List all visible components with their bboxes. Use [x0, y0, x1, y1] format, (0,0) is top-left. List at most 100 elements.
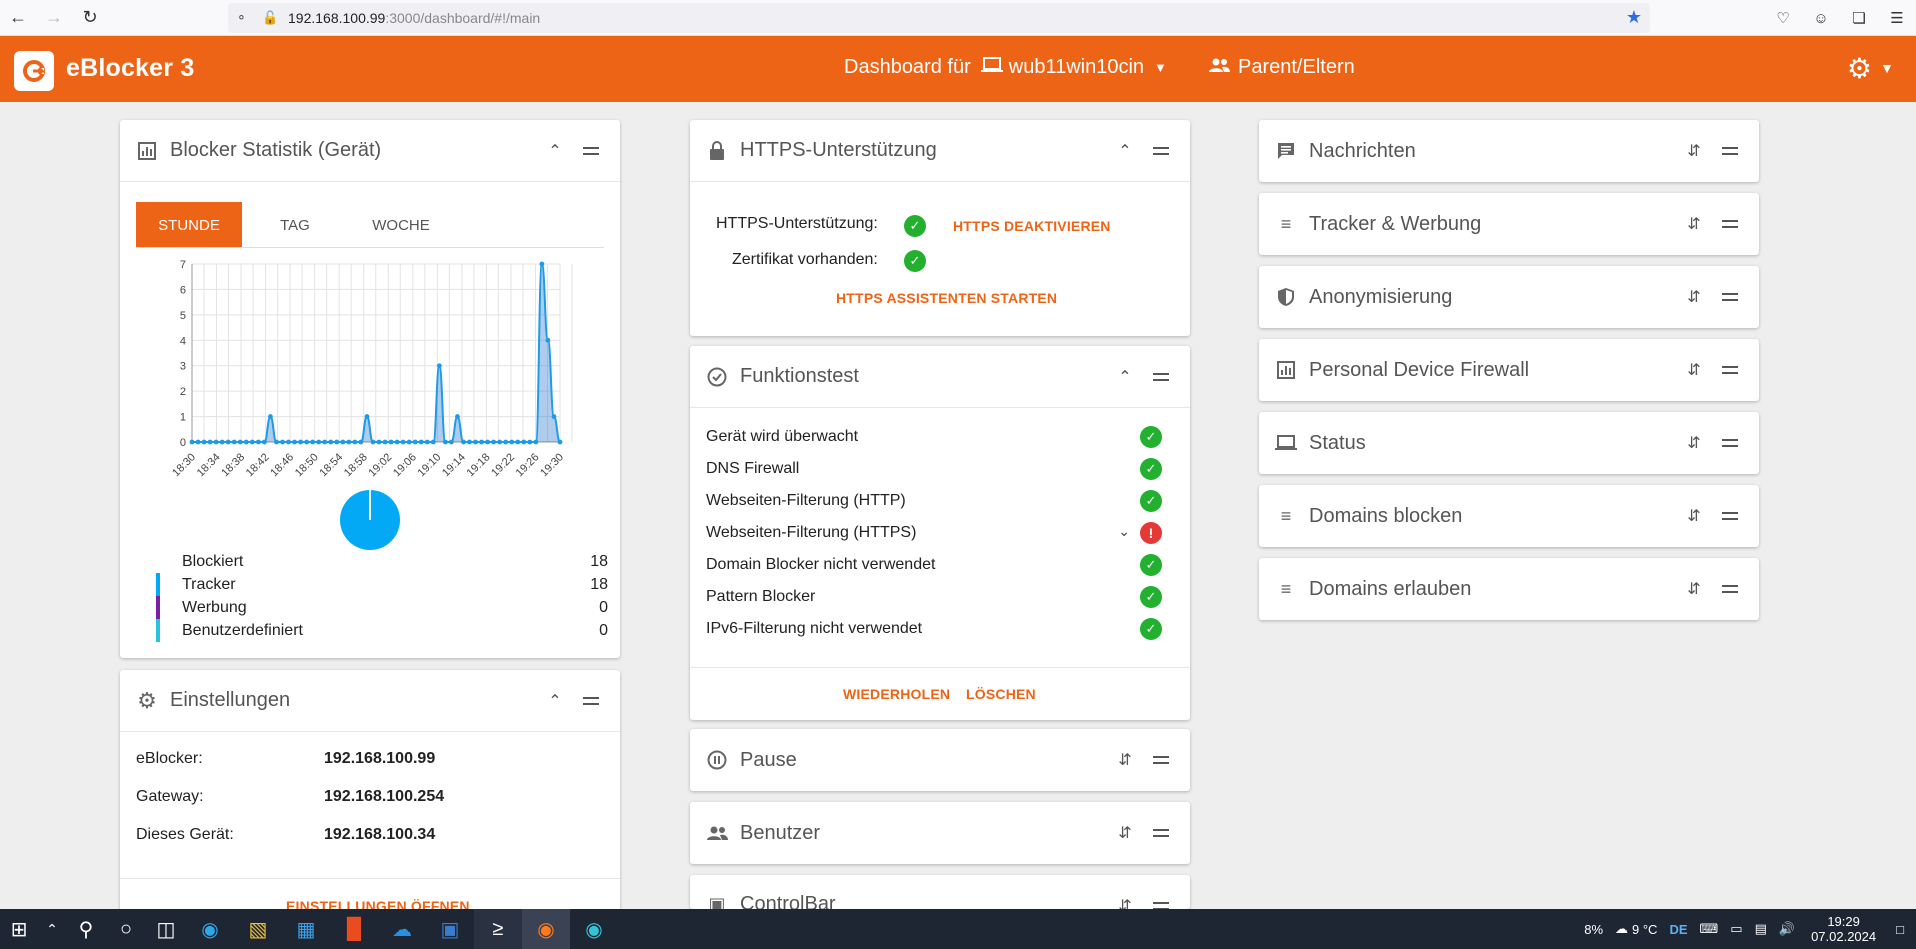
expand-icon[interactable]: ⇵ — [1683, 432, 1705, 454]
caret-down-icon[interactable]: ▼ — [1880, 60, 1894, 76]
keyboard-icon[interactable]: ⌨ — [1700, 921, 1719, 937]
x-tick-label: 18:42 — [244, 451, 272, 478]
test-row: DNS Firewall ✓ — [706, 454, 1174, 484]
task-view-icon[interactable]: ◫ — [146, 909, 186, 949]
chevron-down-icon[interactable]: ⌄ — [1118, 523, 1130, 540]
drag-handle-icon[interactable] — [1150, 822, 1172, 844]
expand-icon[interactable]: ⇵ — [1683, 140, 1705, 162]
tab-woche[interactable]: WOCHE — [348, 202, 454, 248]
legend-label: Blockiert — [182, 552, 244, 570]
gear-icon[interactable]: ⚙ — [1847, 52, 1872, 85]
firefox-icon[interactable]: ◉ — [522, 909, 570, 949]
windows-start-icon[interactable]: ⊞ — [0, 909, 38, 949]
data-point — [243, 439, 249, 445]
repeat-test-button[interactable]: WIEDERHOLEN — [843, 686, 950, 702]
chevron-up-icon[interactable]: ⌃ — [38, 909, 66, 949]
expand-icon[interactable]: ⇵ — [1683, 578, 1705, 600]
collapse-icon[interactable]: ⌃ — [544, 690, 566, 712]
x-tick-label: 18:34 — [195, 451, 223, 478]
notification-icon[interactable]: □ — [1896, 922, 1904, 937]
drag-handle-icon[interactable] — [580, 140, 602, 162]
drag-handle-icon[interactable] — [1719, 578, 1741, 600]
network-icon[interactable]: ▤ — [1755, 921, 1767, 937]
https-wizard-button[interactable]: HTTPS ASSISTENTEN STARTEN — [836, 290, 1057, 306]
tab-tag[interactable]: TAG — [242, 202, 348, 248]
data-point — [213, 439, 219, 445]
battery-icon[interactable]: ▭ — [1730, 921, 1742, 937]
data-point — [394, 439, 400, 445]
onedrive-icon[interactable]: ☁ — [378, 909, 426, 949]
expand-icon[interactable]: ⇵ — [1683, 213, 1705, 235]
data-point — [340, 439, 346, 445]
bar-chart-icon — [136, 140, 158, 162]
collapse-icon[interactable]: ⌃ — [544, 140, 566, 162]
data-point — [274, 439, 279, 445]
x-tick-label: 19:26 — [514, 451, 542, 478]
forward-icon[interactable]: → — [36, 0, 72, 36]
drag-handle-icon[interactable] — [1719, 286, 1741, 308]
office-icon[interactable]: █ — [330, 909, 378, 949]
data-point — [557, 439, 563, 445]
collapse-icon[interactable]: ⌃ — [1114, 140, 1136, 162]
legend-benutzerdefiniert: Benutzerdefiniert 0 — [156, 619, 616, 642]
drag-handle-icon[interactable] — [1719, 213, 1741, 235]
https-support-label: HTTPS-Unterstützung: — [716, 215, 878, 232]
photos-icon[interactable]: ▣ — [426, 909, 474, 949]
extensions-icon[interactable]: ❏ — [1840, 0, 1878, 36]
back-icon[interactable]: ← — [0, 0, 36, 36]
collapse-icon[interactable]: ⌃ — [1114, 366, 1136, 388]
file-explorer-icon[interactable]: ▧ — [234, 909, 282, 949]
drag-handle-icon[interactable] — [580, 690, 602, 712]
edge-icon[interactable]: ◉ — [570, 909, 618, 949]
check-circle-icon — [706, 366, 728, 388]
drag-handle-icon[interactable] — [1719, 359, 1741, 381]
card-header: Personal Device Firewall ⇵ — [1259, 339, 1759, 401]
menu-icon[interactable]: ☰ — [1878, 0, 1916, 36]
bookmark-star-icon[interactable]: ★ — [1626, 7, 1642, 28]
drag-handle-icon[interactable] — [1150, 366, 1172, 388]
https-deactivate-button[interactable]: HTTPS DEAKTIVIEREN — [953, 218, 1111, 234]
pocket-icon[interactable]: ♡ — [1764, 0, 1802, 36]
delete-test-button[interactable]: LÖSCHEN — [966, 686, 1036, 702]
expand-icon[interactable]: ⇵ — [1683, 505, 1705, 527]
drag-handle-icon[interactable] — [1150, 140, 1172, 162]
reload-icon[interactable]: ↻ — [72, 0, 108, 36]
data-point — [527, 439, 533, 445]
address-bar[interactable]: ⚬ 🔓 192.168.100.99:3000/dashboard/#!/mai… — [228, 3, 1650, 33]
test-row-https-filter[interactable]: Webseiten-Filterung (HTTPS) ⌄! — [706, 518, 1174, 548]
data-point — [545, 337, 551, 343]
parent-mode-button[interactable]: Parent/Eltern — [1208, 56, 1355, 79]
test-row: Pattern Blocker ✓ — [706, 582, 1174, 612]
edge-icon[interactable]: ◉ — [186, 909, 234, 949]
expand-icon[interactable]: ⇵ — [1683, 359, 1705, 381]
data-point — [364, 414, 370, 419]
clock[interactable]: 19:29 07.02.2024 — [1811, 914, 1876, 944]
legend-value: 18 — [590, 552, 608, 570]
check-icon: ✓ — [1140, 490, 1162, 512]
test-label: DNS Firewall — [706, 460, 800, 477]
cortana-icon[interactable]: ○ — [106, 909, 146, 949]
list-icon: ≡ — [1280, 505, 1292, 526]
drag-handle-icon[interactable] — [1150, 749, 1172, 771]
store-icon[interactable]: ▦ — [282, 909, 330, 949]
check-icon: ✓ — [904, 215, 926, 237]
settings-value: 192.168.100.254 — [324, 788, 445, 805]
account-icon[interactable]: ☺ — [1802, 0, 1840, 36]
expand-icon[interactable]: ⇵ — [1114, 895, 1136, 909]
terminal-icon[interactable]: ≥ — [474, 909, 522, 949]
x-tick-label: 19:14 — [440, 451, 468, 478]
volume-icon[interactable]: 🔊 — [1779, 921, 1795, 937]
drag-handle-icon[interactable] — [1150, 895, 1172, 909]
expand-icon[interactable]: ⇵ — [1683, 286, 1705, 308]
tab-stunde[interactable]: STUNDE — [136, 202, 242, 248]
search-icon[interactable]: ⚲ — [66, 909, 106, 949]
language-indicator[interactable]: DE — [1669, 922, 1687, 937]
drag-handle-icon[interactable] — [1719, 432, 1741, 454]
card-title: Einstellungen — [170, 689, 291, 711]
ebloker-logo-icon[interactable] — [14, 51, 54, 91]
expand-icon[interactable]: ⇵ — [1114, 822, 1136, 844]
device-selector[interactable]: Dashboard für wub11win10cin ▼ — [844, 56, 1167, 79]
drag-handle-icon[interactable] — [1719, 505, 1741, 527]
drag-handle-icon[interactable] — [1719, 140, 1741, 162]
expand-icon[interactable]: ⇵ — [1114, 749, 1136, 771]
